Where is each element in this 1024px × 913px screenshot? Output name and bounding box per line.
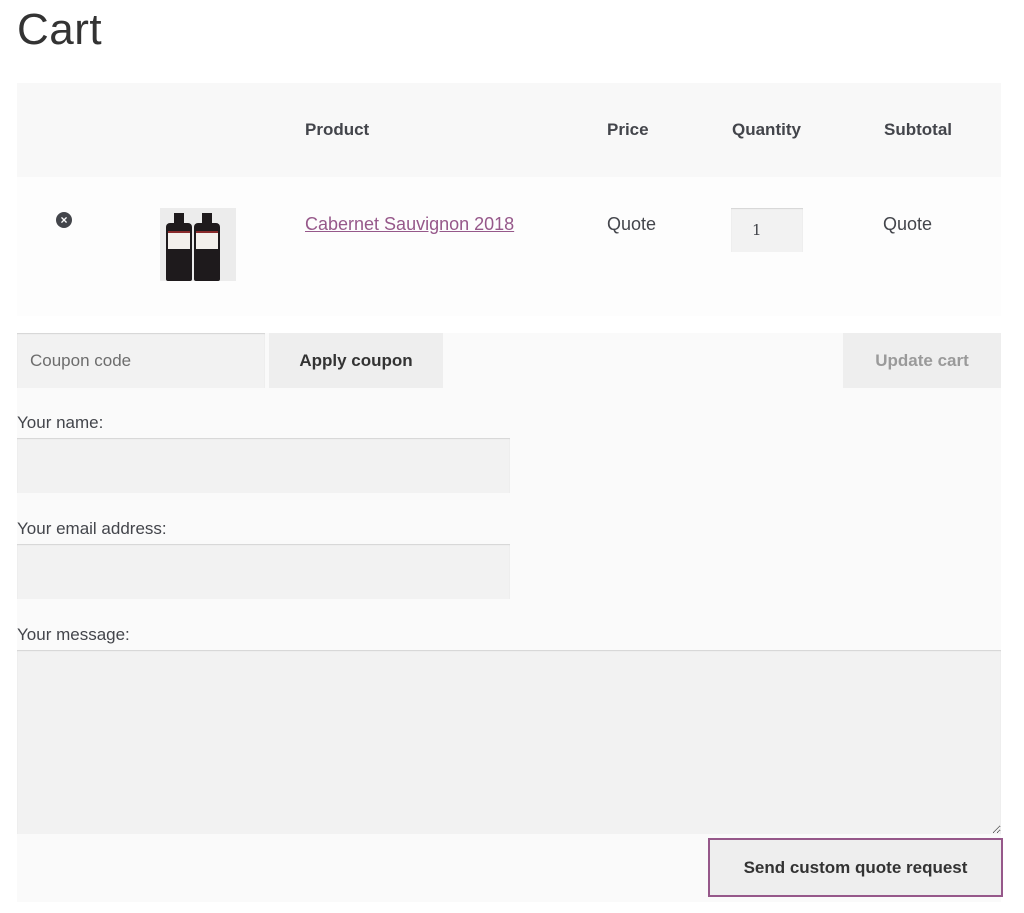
table-row: × Cabernet Sauvignon 2018 Quote 1 Quote <box>17 177 1001 316</box>
product-subtotal: Quote <box>883 214 933 234</box>
wine-bottle-image <box>194 213 220 281</box>
product-thumbnail[interactable] <box>160 208 236 281</box>
name-label: Your name: <box>17 413 104 432</box>
cart-actions: Apply coupon Update cart Your name: Your… <box>17 333 1003 902</box>
header-product: Product <box>305 120 370 139</box>
send-quote-request-button[interactable]: Send custom quote request <box>708 838 1003 897</box>
apply-coupon-button[interactable]: Apply coupon <box>269 333 443 388</box>
header-subtotal: Subtotal <box>884 120 952 139</box>
product-price: Quote <box>607 214 657 234</box>
page-title: Cart <box>17 5 103 54</box>
product-name-link[interactable]: Cabernet Sauvignon 2018 <box>305 214 514 235</box>
email-label: Your email address: <box>17 519 167 538</box>
message-textarea[interactable] <box>17 650 1001 834</box>
email-field[interactable] <box>17 544 510 599</box>
name-field[interactable] <box>17 438 510 493</box>
quantity-input[interactable]: 1 <box>731 208 803 252</box>
wine-bottle-image <box>166 213 192 281</box>
update-cart-button[interactable]: Update cart <box>843 333 1001 388</box>
table-header: Product Price Quantity Subtotal <box>17 83 1001 177</box>
cart-table: Product Price Quantity Subtotal × Cabern… <box>17 83 1001 316</box>
remove-item-icon[interactable]: × <box>56 212 72 228</box>
message-label: Your message: <box>17 625 130 644</box>
header-quantity: Quantity <box>732 120 801 139</box>
header-price: Price <box>607 120 649 139</box>
coupon-code-input[interactable] <box>17 333 265 388</box>
